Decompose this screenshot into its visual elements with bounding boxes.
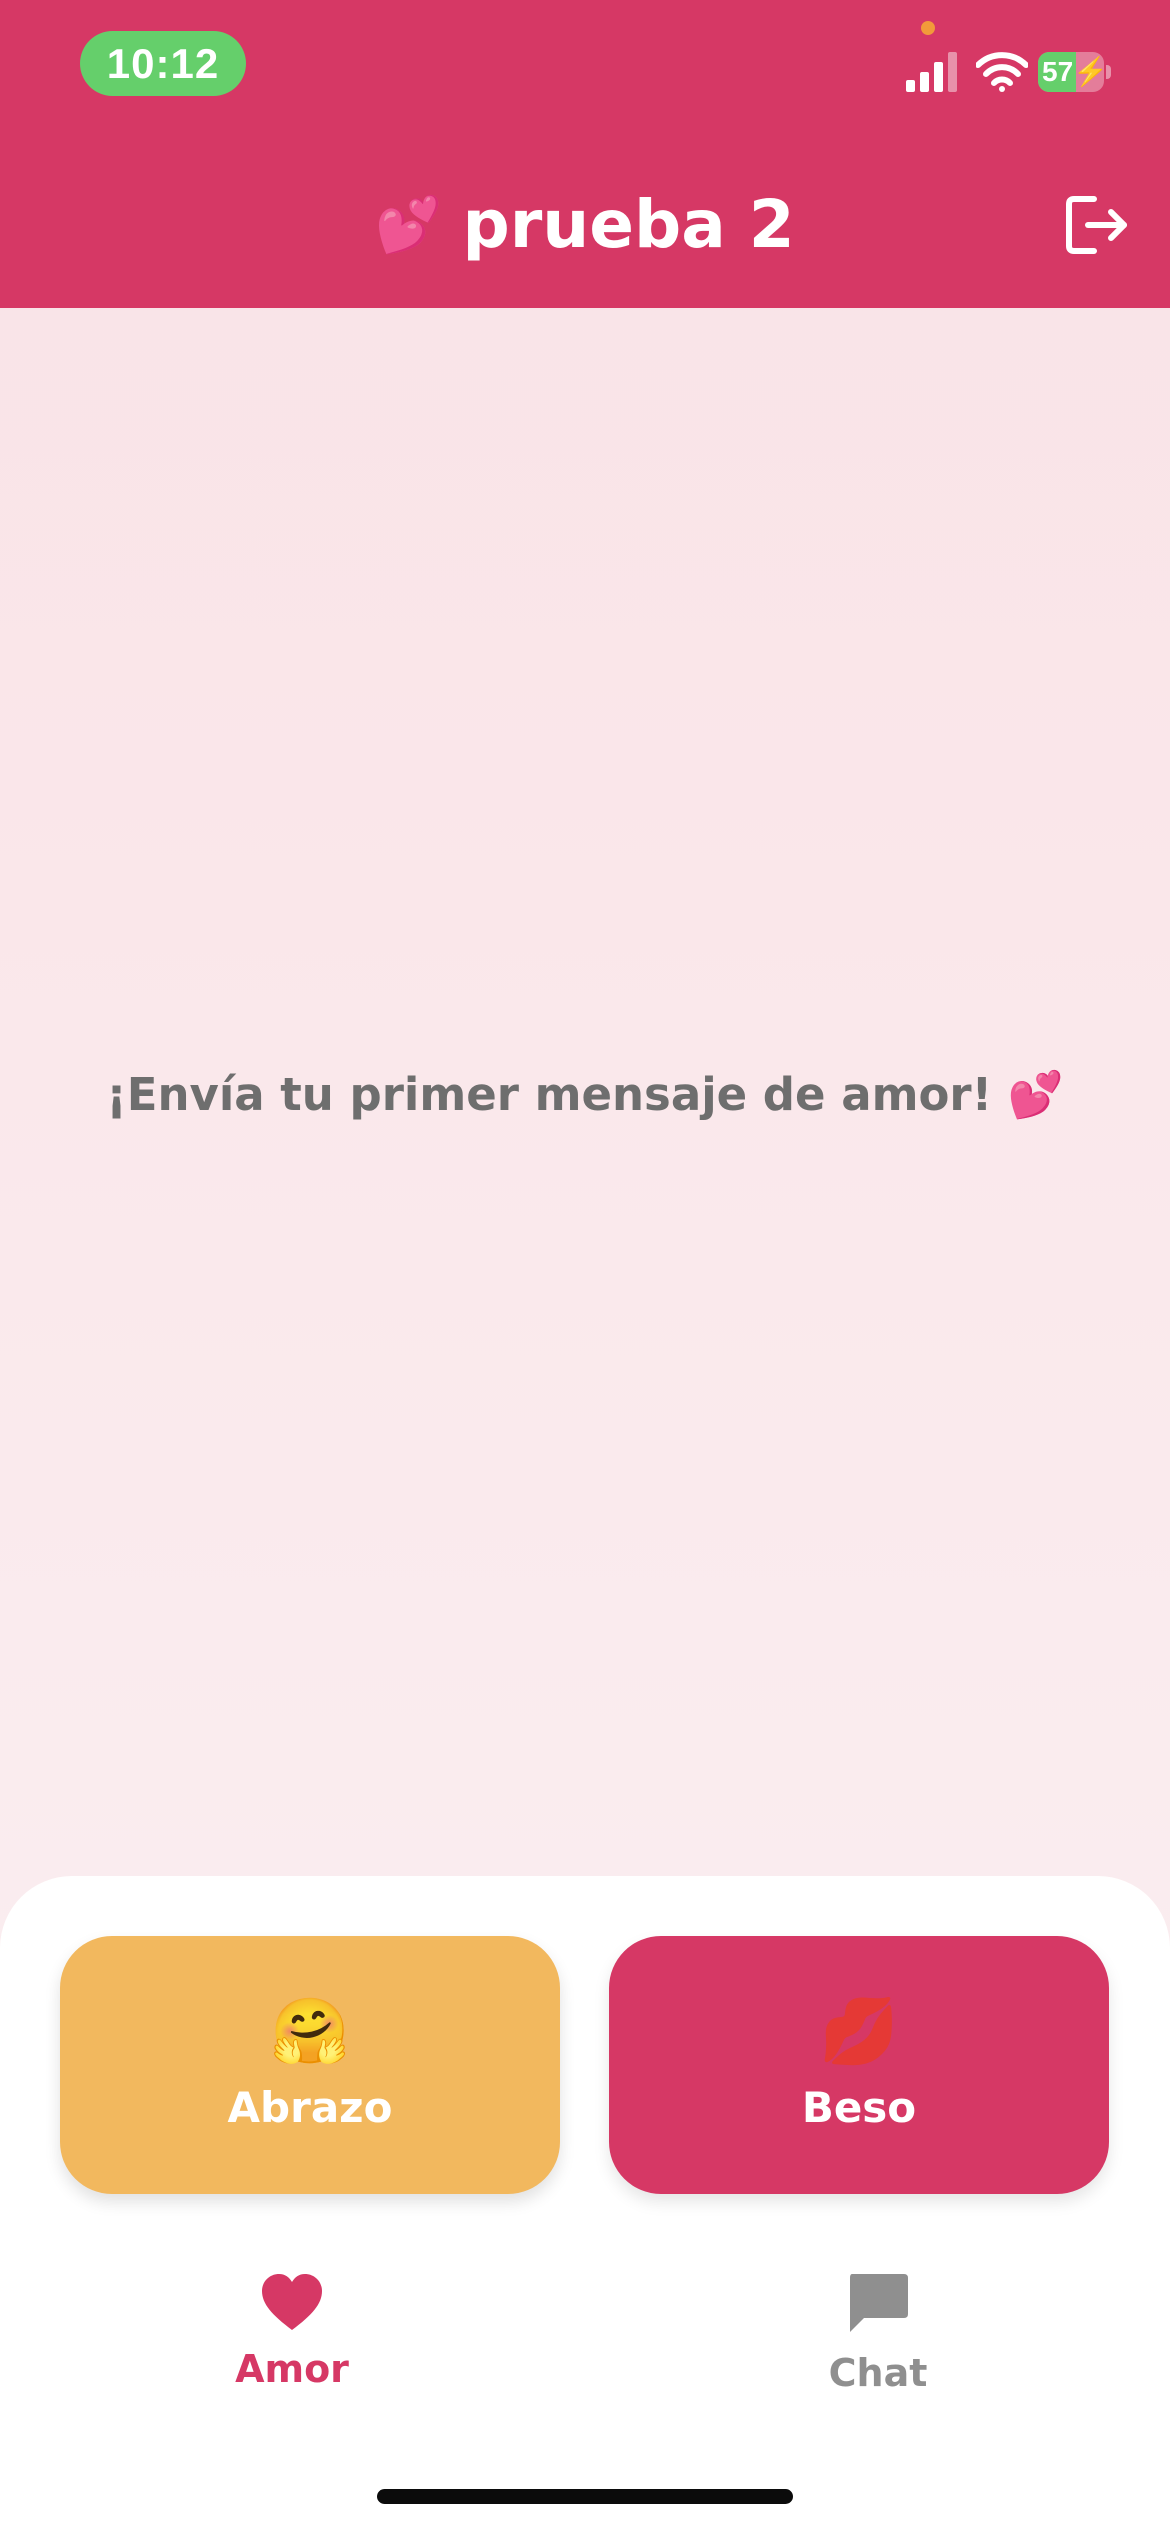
kiss-button-label: Beso xyxy=(801,2083,917,2132)
charging-bolt-icon: ⚡ xyxy=(1073,56,1104,87)
kiss-button[interactable]: 💋 Beso xyxy=(609,1936,1109,2194)
kiss-mark-icon: 💋 xyxy=(819,1995,899,2069)
logout-icon xyxy=(1066,196,1127,254)
battery-icon: 57⚡ xyxy=(1038,52,1104,92)
battery-percent: 57 xyxy=(1042,56,1074,87)
app-screen: 10:12 57⚡ 💕 prueba 2 ¡Envía tu primer me… xyxy=(0,0,1170,2532)
empty-state-message: ¡Envía tu primer mensaje de amor! 💕 xyxy=(106,1068,1064,1121)
hug-button[interactable]: 🤗 Abrazo xyxy=(60,1936,560,2194)
home-indicator xyxy=(377,2489,793,2504)
cellular-signal-icon xyxy=(906,52,957,92)
chat-bubble-icon xyxy=(850,2274,908,2332)
tab-chat[interactable]: Chat xyxy=(728,2270,1028,2420)
title-row: 💕 prueba 2 xyxy=(0,180,1170,270)
two-hearts-icon: 💕 xyxy=(375,193,443,256)
app-header: 10:12 57⚡ 💕 prueba 2 xyxy=(0,0,1170,308)
status-time: 10:12 xyxy=(80,31,246,96)
tab-chat-label: Chat xyxy=(828,2351,928,2395)
hug-button-label: Abrazo xyxy=(227,2083,393,2132)
hugging-face-icon: 🤗 xyxy=(270,1995,350,2069)
heart-icon xyxy=(262,2274,322,2330)
tab-amor[interactable]: Amor xyxy=(142,2270,442,2420)
battery-tip xyxy=(1106,65,1111,79)
privacy-indicator-dot xyxy=(921,21,935,35)
page-title: prueba 2 xyxy=(462,186,795,263)
battery-indicator: 57⚡ xyxy=(1038,52,1112,92)
tab-amor-label: Amor xyxy=(235,2347,349,2391)
wifi-icon xyxy=(976,52,1028,92)
logout-button[interactable] xyxy=(1064,193,1130,257)
